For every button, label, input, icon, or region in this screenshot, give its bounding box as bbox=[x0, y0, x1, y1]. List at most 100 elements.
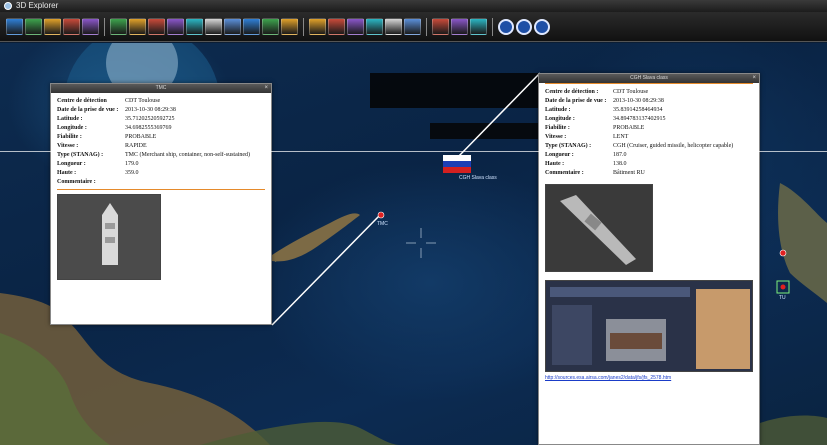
print-icon[interactable] bbox=[63, 18, 80, 35]
tools-icon[interactable] bbox=[432, 18, 449, 35]
globe-icon[interactable] bbox=[167, 18, 184, 35]
camera-icon[interactable] bbox=[281, 18, 298, 35]
popup-title: TMC bbox=[155, 85, 167, 91]
globe-map-view[interactable]: · TMC CGH Slava class TU TMC × Centre de… bbox=[0, 43, 827, 445]
chart-icon[interactable] bbox=[404, 18, 421, 35]
title-bar: 3D Explorer bbox=[0, 0, 827, 12]
info-icon[interactable] bbox=[516, 18, 532, 35]
detail-row: Latitude : 35.83914258464934 bbox=[545, 106, 753, 114]
app-window: 3D Explorer · TMC CGH Slava class TU TMC… bbox=[0, 0, 827, 445]
detail-row: Fiabilite : PROBABLE bbox=[545, 124, 753, 132]
detail-key: Commentaire : bbox=[545, 170, 584, 176]
divider-line bbox=[0, 151, 827, 152]
detail-key: Haute : bbox=[57, 170, 77, 176]
target-label-tmc: TMC bbox=[377, 221, 388, 227]
measure-icon[interactable] bbox=[148, 18, 165, 35]
detail-value: 2013-10-30 08:29:38 bbox=[125, 107, 176, 113]
track-icon[interactable] bbox=[366, 18, 383, 35]
russian-flag-icon[interactable] bbox=[443, 155, 471, 173]
detail-value: TMC (Merchant ship, container, non-self-… bbox=[125, 152, 251, 158]
detail-value: 179.0 bbox=[125, 161, 139, 167]
detail-row: Type (STANAG) : TMC (Merchant ship, conta… bbox=[57, 151, 265, 159]
main-toolbar bbox=[0, 12, 827, 42]
ship-photo-tmc bbox=[57, 194, 161, 280]
detail-value: PROBABLE bbox=[125, 134, 157, 140]
window-title: 3D Explorer bbox=[16, 1, 59, 10]
layers-icon[interactable] bbox=[110, 18, 127, 35]
detail-key: Type (STANAG) : bbox=[545, 143, 592, 149]
detail-key: Commentaire : bbox=[57, 179, 96, 185]
settings-icon[interactable] bbox=[82, 18, 99, 35]
detail-row: Latitude : 35.71202520592725 bbox=[57, 115, 265, 123]
crosshair-icon bbox=[406, 228, 436, 258]
detail-row: Longitude : 34.894783137402915 bbox=[545, 115, 753, 123]
draw-icon[interactable] bbox=[129, 18, 146, 35]
detail-value: 138.0 bbox=[613, 161, 627, 167]
toolbar-separator bbox=[104, 17, 105, 36]
detail-key: Centre de détection : bbox=[545, 89, 599, 95]
map-icon[interactable] bbox=[262, 18, 279, 35]
target-marker-tmc[interactable] bbox=[377, 211, 385, 219]
info-popup-cgh[interactable]: CGH Slava class × Centre de détection :C… bbox=[538, 73, 760, 445]
software-screenshot-image bbox=[545, 280, 753, 372]
detail-value: 187.0 bbox=[613, 152, 627, 158]
ship-photo-cgh bbox=[545, 184, 653, 272]
info-popup-tmc[interactable]: TMC × Centre de détection CDT Toulouse Dat… bbox=[50, 83, 272, 325]
popup-title-bar[interactable]: CGH Slava class × bbox=[539, 74, 759, 83]
close-icon[interactable]: × bbox=[264, 84, 268, 93]
detail-key: Vitesse : bbox=[545, 134, 567, 140]
detail-key: Fiabilite : bbox=[545, 125, 570, 131]
detail-value: RAPIDE bbox=[125, 143, 147, 149]
detail-row: Commentaire : bbox=[57, 178, 265, 186]
detail-value: LENT bbox=[613, 134, 629, 140]
source-link[interactable]: http://sources.esa.airsa.com/janes2/data… bbox=[545, 375, 759, 381]
popup-title-bar[interactable]: TMC × bbox=[51, 84, 271, 93]
detail-row: Centre de détection : CDT Toulouse bbox=[545, 88, 753, 96]
detail-key: Vitesse : bbox=[57, 143, 79, 149]
target-marker-tu-1[interactable] bbox=[779, 249, 787, 257]
filter-icon[interactable] bbox=[385, 18, 402, 35]
stop-icon[interactable] bbox=[534, 18, 550, 35]
export-icon[interactable] bbox=[44, 18, 61, 35]
detail-key: Longueur : bbox=[545, 152, 574, 158]
target-label-cgh: CGH Slava class bbox=[459, 175, 497, 181]
detail-value: CDT Toulouse bbox=[613, 89, 649, 95]
detail-row: Haute : 359.0 bbox=[57, 169, 265, 177]
detail-key: Latitude : bbox=[545, 107, 571, 113]
detail-key: Longitude : bbox=[545, 116, 575, 122]
detail-key: Date de la prise de vue : bbox=[57, 107, 119, 113]
detail-key: Longueur : bbox=[57, 161, 86, 167]
detail-value: 2013-10-30 08:29:38 bbox=[613, 98, 664, 104]
detail-row: Longueur : 187.0 bbox=[545, 151, 753, 159]
terrain-icon[interactable] bbox=[243, 18, 260, 35]
toolbar-separator bbox=[303, 17, 304, 36]
detail-row: Vitesse : RAPIDE bbox=[57, 142, 265, 150]
earth-icon[interactable] bbox=[224, 18, 241, 35]
help-icon[interactable] bbox=[498, 18, 514, 35]
detail-value: 34.6982555369769 bbox=[125, 125, 172, 131]
detail-value: CGH (Cruiser, guided missile, helicopter… bbox=[613, 143, 734, 149]
cursor-icon[interactable] bbox=[309, 18, 326, 35]
target-icon[interactable] bbox=[347, 18, 364, 35]
close-icon[interactable]: × bbox=[752, 74, 756, 83]
save-icon[interactable] bbox=[25, 18, 42, 35]
detail-key: Centre de détection bbox=[57, 98, 107, 104]
popup-details: Centre de détection CDT Toulouse Date de l… bbox=[51, 93, 271, 191]
detail-row: Date de la prise de vue : 2013-10-30 08:2… bbox=[57, 106, 265, 114]
panel-icon[interactable] bbox=[470, 18, 487, 35]
select-icon[interactable] bbox=[328, 18, 345, 35]
detail-row: Vitesse : LENT bbox=[545, 133, 753, 141]
line-icon[interactable] bbox=[205, 18, 222, 35]
popup-title: CGH Slava class bbox=[630, 75, 668, 81]
detail-value: 34.894783137402915 bbox=[613, 116, 666, 122]
target-label-tu: TU bbox=[779, 295, 786, 301]
detail-value: Bâtiment RU bbox=[613, 170, 645, 176]
open-icon[interactable] bbox=[6, 18, 23, 35]
refresh-icon[interactable] bbox=[186, 18, 203, 35]
grid-icon[interactable] bbox=[451, 18, 468, 35]
detail-key: Type (STANAG) : bbox=[57, 152, 104, 158]
detail-key: Fiabilite : bbox=[57, 134, 82, 140]
detail-value: PROBABLE bbox=[613, 125, 645, 131]
detail-row: Commentaire : Bâtiment RU bbox=[545, 169, 753, 177]
detail-row: Fiabilite : PROBABLE bbox=[57, 133, 265, 141]
